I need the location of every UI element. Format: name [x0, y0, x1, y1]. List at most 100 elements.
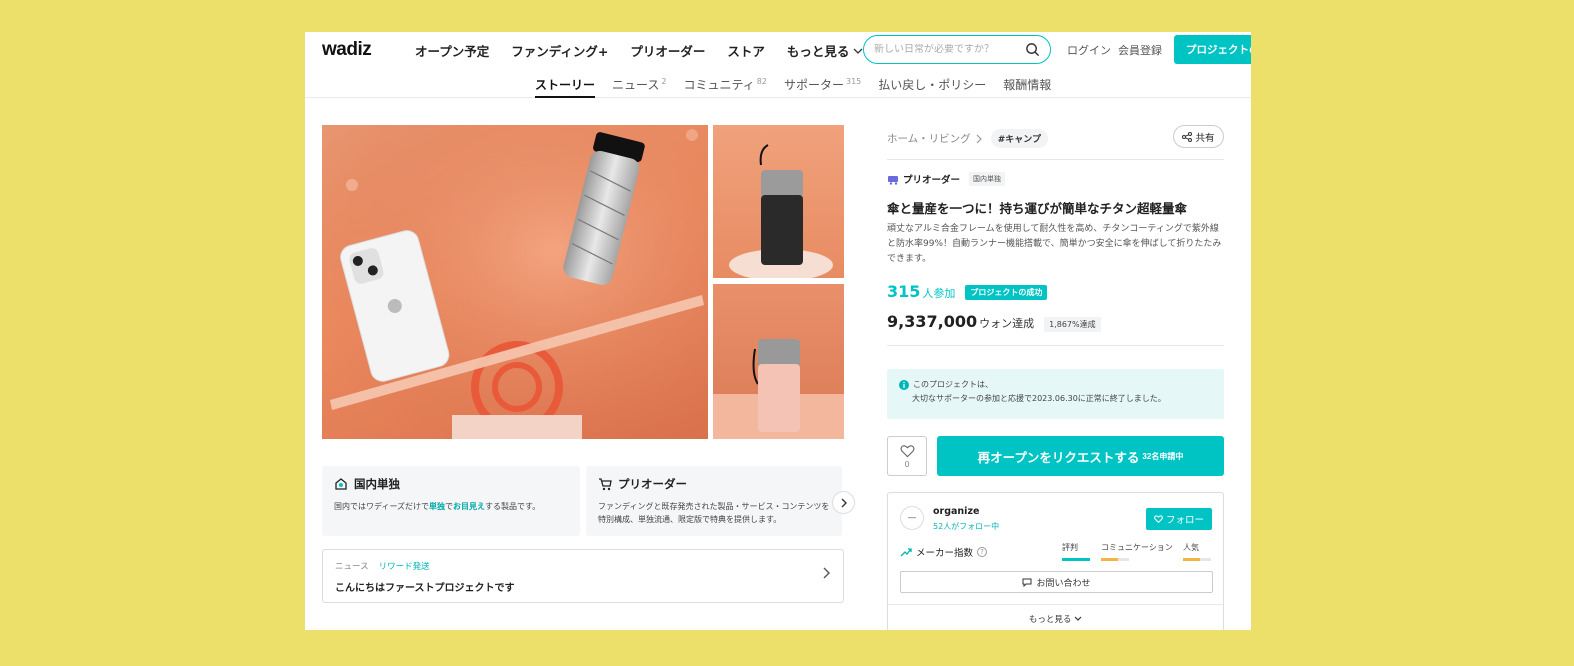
news-card[interactable]: ニュース リワード発送 こんにちはファーストプロジェクトです — [322, 549, 844, 603]
tab-label: サポーター — [783, 78, 844, 92]
help-icon[interactable]: ? — [977, 547, 988, 557]
metric-fill — [1101, 558, 1118, 561]
inquiry-button[interactable]: お問い合わせ — [900, 571, 1213, 593]
pink-umbrella-case-illustration — [713, 339, 844, 439]
ended-notice: このプロジェクトは、 大切なサポーターの参加と応援で2023.06.30に正常に… — [887, 369, 1224, 419]
nav-upcoming[interactable]: オープン予定 — [415, 41, 489, 60]
share-button[interactable]: 共有 — [1173, 125, 1224, 148]
metric-communication: コミュニケーション — [1101, 542, 1173, 561]
feature-description: 国内ではワディーズだけで単独でお目見えする製品です。 — [334, 502, 541, 511]
project-description: 頑丈なアルミ合金フレームを使用して耐久性を高め、チタンコーティングで紫外線と防水… — [887, 224, 1222, 264]
hashtag-chip[interactable]: #キャンプ — [990, 129, 1048, 148]
achievement-rate: 1,867%達成 — [1044, 317, 1101, 332]
maker-card: — organize 52人がフォロー中 フォロー メーカー指数 ? 評判 コミ… — [887, 492, 1224, 630]
product-thumbnail-black[interactable] — [713, 125, 844, 278]
divider — [887, 345, 1224, 346]
tab-count: 82 — [756, 77, 767, 86]
follow-button[interactable]: フォロー — [1146, 508, 1212, 530]
inquiry-label: お問い合わせ — [1036, 577, 1091, 588]
tab-rewards[interactable]: 報酬情報 — [1003, 76, 1051, 98]
next-arrow-button[interactable] — [832, 491, 855, 514]
reopen-request-button[interactable]: 再オープンをリクエストする 32名申請中 — [937, 436, 1224, 476]
wadiz-logo[interactable]: wadiz — [322, 39, 372, 61]
tab-supporters[interactable]: サポーター 315 — [784, 76, 861, 98]
supporter-unit: 人参加 — [922, 287, 956, 300]
nav-funding-plus[interactable]: ファンディング+ — [511, 41, 608, 60]
tab-community[interactable]: コミュニティ 82 — [684, 76, 767, 98]
reopen-label: 再オープンをリクエストする — [977, 450, 1140, 465]
main-product-image[interactable] — [322, 125, 708, 439]
metric-label: 人気 — [1183, 543, 1199, 552]
search-input[interactable] — [874, 44, 1014, 55]
tab-story[interactable]: ストーリー — [535, 76, 596, 98]
maker-name[interactable]: organize — [933, 506, 979, 517]
funding-amount: 9,337,000 ウォン達成 1,867%達成 — [887, 312, 1101, 332]
tab-label: ストーリー — [535, 78, 596, 92]
heart-icon — [899, 444, 915, 457]
make-project-button[interactable]: プロジェクトの — [1174, 35, 1251, 64]
feature-title: 国内単独 — [354, 477, 400, 491]
feature-description: ファンディングと既存発売された製品・サービス・コンテンツを 特別構成、単独流通、限… — [598, 502, 830, 524]
project-type: プリオーダー 国内単独 — [887, 172, 1006, 186]
maker-index: メーカー指数 ? — [900, 545, 988, 559]
amount-number: 9,337,000 — [887, 312, 978, 331]
project-title: 傘と量産を一つに！持ち運びが簡単なチタン超軽量傘 — [887, 201, 1188, 216]
nav-store[interactable]: ストア — [727, 41, 765, 60]
nav-more-label: もっと見る — [786, 44, 850, 59]
supporter-number: 315 — [887, 282, 921, 301]
tab-label: コミュニティ — [683, 78, 755, 92]
domestic-exclusive-icon — [335, 478, 347, 490]
supporter-count: 315 人参加 プロジェクトの成功 — [887, 282, 1048, 302]
news-title: こんにちはファーストプロジェクトです — [335, 583, 515, 594]
project-tabs: ストーリー ニュース 2 コミュニティ 82 サポーター 315 払い戻し・ポリシー … — [305, 70, 1251, 98]
tab-news[interactable]: ニュース 2 — [612, 76, 667, 98]
metric-fill — [1062, 558, 1090, 561]
more-button[interactable]: もっと見る — [888, 604, 1223, 625]
nav-more[interactable]: もっと見る — [787, 41, 865, 60]
follower-count: 52人がフォロー中 — [933, 522, 1000, 531]
metric-bar — [1183, 558, 1211, 561]
breadcrumb-category[interactable]: ホーム・リビング — [887, 131, 971, 146]
feature-card-preorder: プリオーダー ファンディングと既存発売された製品・サービス・コンテンツを 特別構成… — [586, 466, 842, 536]
tab-label: 報酬情報 — [1003, 78, 1052, 92]
news-tag: リワード発送 — [378, 562, 430, 572]
breadcrumb: ホーム・リビング #キャンプ — [887, 129, 1048, 148]
search-icon[interactable] — [1025, 42, 1040, 57]
signup-link[interactable]: 会員登録 — [1118, 42, 1162, 58]
maker-index-label: メーカー指数 — [916, 548, 974, 559]
notice-line1: このプロジェクトは、 — [913, 380, 993, 389]
amount-unit: ウォン達成 — [979, 317, 1035, 330]
umbrella-scene-illustration — [322, 125, 708, 439]
product-thumbnail-pink[interactable] — [713, 284, 844, 439]
more-label: もっと見る — [1028, 615, 1072, 625]
metric-reputation: 評判 — [1062, 542, 1090, 561]
heart-icon — [1154, 515, 1163, 523]
chevron-right-icon — [976, 134, 982, 143]
avatar[interactable]: — — [900, 506, 924, 530]
main-nav: オープン予定 ファンディング+ プリオーダー ストア もっと見る — [415, 41, 864, 60]
search-box[interactable] — [863, 35, 1051, 64]
chevron-right-icon — [823, 567, 830, 579]
metric-bar — [1101, 558, 1129, 561]
news-label: ニュース — [335, 562, 369, 572]
nav-preorder[interactable]: プリオーダー — [630, 41, 705, 60]
chevron-right-icon — [841, 498, 847, 507]
metric-popularity: 人気 — [1183, 542, 1211, 561]
tab-refund-policy[interactable]: 払い戻し・ポリシー — [878, 76, 986, 98]
like-button[interactable]: 0 — [887, 436, 927, 476]
tab-label: ニュース — [612, 78, 660, 92]
info-icon — [899, 380, 909, 390]
login-link[interactable]: ログイン — [1067, 42, 1111, 58]
black-umbrella-case-illustration — [729, 144, 833, 278]
project-type-label: プリオーダー — [903, 175, 961, 186]
tab-label: 払い戻し・ポリシー — [878, 78, 987, 92]
feature-title: プリオーダー — [618, 477, 687, 491]
share-label: 共有 — [1195, 132, 1215, 144]
chevron-down-icon — [1074, 616, 1082, 621]
success-badge: プロジェクトの成功 — [965, 285, 1048, 300]
tab-count: 2 — [661, 77, 667, 86]
tab-count: 315 — [846, 77, 862, 86]
cart-icon — [599, 478, 612, 491]
chat-icon — [1022, 578, 1032, 587]
like-count: 0 — [904, 459, 910, 469]
